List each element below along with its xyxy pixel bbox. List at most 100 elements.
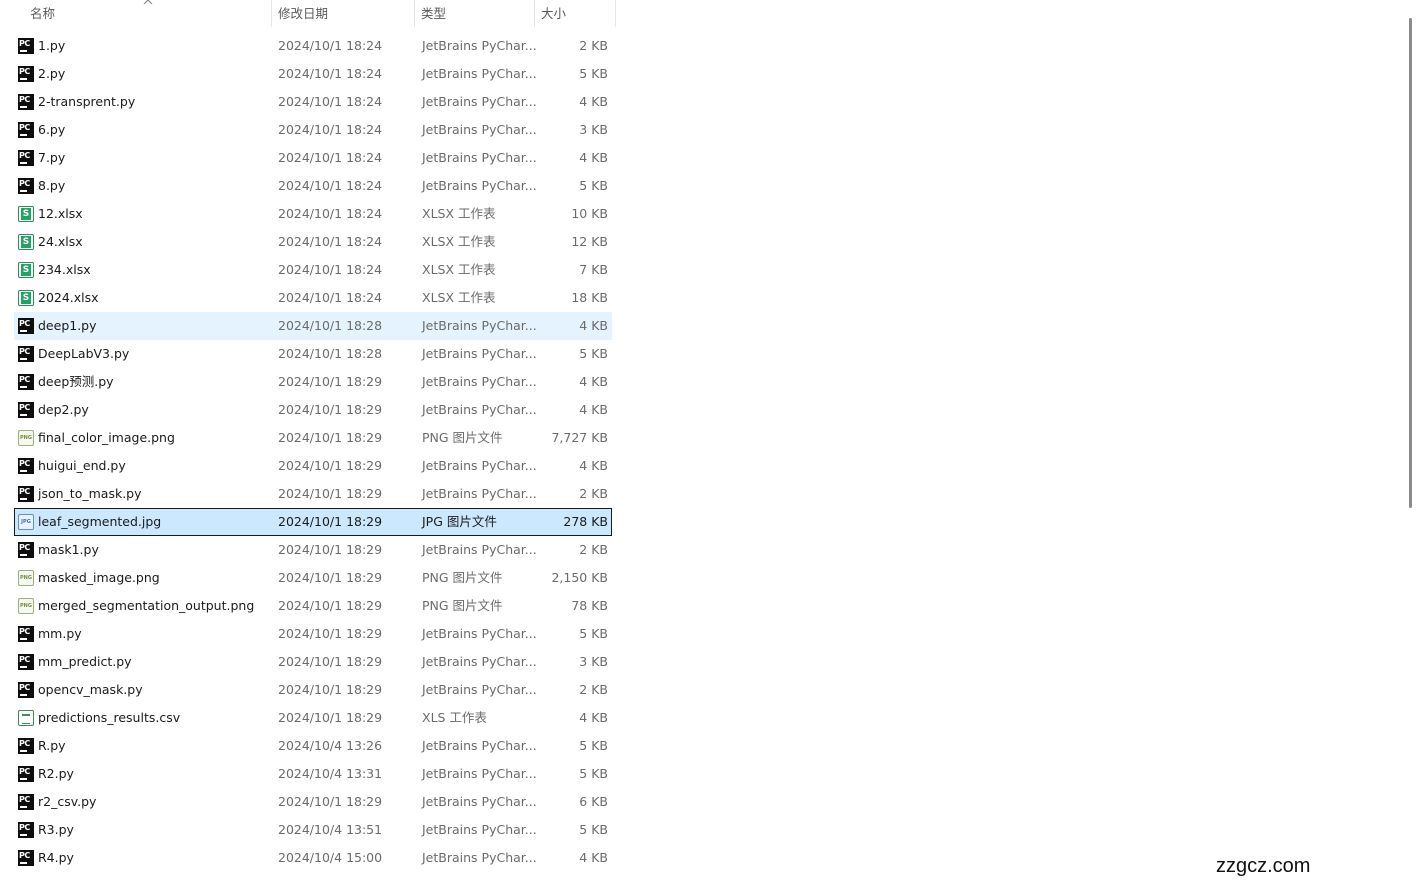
file-size: 278 KB (563, 514, 608, 529)
pycharm-icon (18, 654, 34, 670)
file-name: huigui_end.py (38, 458, 126, 473)
file-type: JetBrains PyChar... (422, 542, 537, 557)
file-type: JetBrains PyChar... (422, 850, 537, 865)
file-name: deep1.py (38, 318, 97, 333)
file-row[interactable]: merged_segmentation_output.png 2024/10/1 … (14, 592, 612, 620)
file-row[interactable]: 8.py 2024/10/1 18:24 JetBrains PyChar... 5 … (14, 172, 612, 200)
column-header-type[interactable]: 类型 (415, 0, 535, 27)
file-name: 2024.xlsx (38, 290, 99, 305)
file-size: 2 KB (579, 542, 608, 557)
file-row[interactable]: 234.xlsx 2024/10/1 18:24 XLSX 工作表 7 KB (14, 256, 612, 284)
file-row[interactable]: 24.xlsx 2024/10/1 18:24 XLSX 工作表 12 KB (14, 228, 612, 256)
pycharm-icon (18, 486, 34, 502)
file-date-modified: 2024/10/1 18:29 (278, 458, 383, 473)
file-date-modified: 2024/10/1 18:24 (278, 94, 383, 109)
file-name: 8.py (38, 178, 66, 193)
file-size: 3 KB (579, 654, 608, 669)
png-icon (18, 570, 34, 586)
file-row[interactable]: predictions_results.csv 2024/10/1 18:29 XL… (14, 704, 612, 732)
vertical-scrollbar[interactable] (1403, 0, 1417, 845)
file-name: r2_csv.py (38, 794, 97, 809)
file-date-modified: 2024/10/1 18:29 (278, 654, 383, 669)
file-row[interactable]: leaf_segmented.jpg 2024/10/1 18:29 JPG 图片文… (14, 508, 612, 536)
file-size: 5 KB (579, 766, 608, 781)
file-type: XLS 工作表 (422, 710, 487, 725)
file-name: R2.py (38, 766, 74, 781)
file-size: 5 KB (579, 178, 608, 193)
file-type: PNG 图片文件 (422, 430, 503, 445)
file-row[interactable]: R3.py 2024/10/4 13:51 JetBrains PyChar... 5… (14, 816, 612, 844)
file-name: R.py (38, 738, 66, 753)
column-header-name[interactable]: 名称 (0, 0, 272, 27)
file-row[interactable]: masked_image.png 2024/10/1 18:29 PNG 图片文件 2… (14, 564, 612, 592)
file-size: 4 KB (579, 94, 608, 109)
file-name: 2-transprent.py (38, 94, 136, 109)
file-date-modified: 2024/10/1 18:29 (278, 626, 383, 641)
file-name: leaf_segmented.jpg (38, 514, 162, 529)
file-date-modified: 2024/10/1 18:29 (278, 374, 383, 389)
file-size: 4 KB (579, 710, 608, 725)
file-size: 2 KB (579, 682, 608, 697)
file-row[interactable]: huigui_end.py 2024/10/1 18:29 JetBrains Py… (14, 452, 612, 480)
file-size: 4 KB (579, 850, 608, 865)
file-date-modified: 2024/10/1 18:29 (278, 682, 383, 697)
file-size: 5 KB (579, 738, 608, 753)
scrollbar-thumb[interactable] (1409, 18, 1412, 508)
file-name: mm.py (38, 626, 82, 641)
file-row[interactable]: 2024.xlsx 2024/10/1 18:24 XLSX 工作表 18 KB (14, 284, 612, 312)
file-row[interactable]: R4.py 2024/10/4 15:00 JetBrains PyChar... 4… (14, 844, 612, 872)
file-row[interactable]: mask1.py 2024/10/1 18:29 JetBrains PyChar.… (14, 536, 612, 564)
file-row[interactable]: dep2.py 2024/10/1 18:29 JetBrains PyChar..… (14, 396, 612, 424)
file-date-modified: 2024/10/4 13:31 (278, 766, 383, 781)
file-row[interactable]: final_color_image.png 2024/10/1 18:29 PNG … (14, 424, 612, 452)
file-row[interactable]: deep预测.py 2024/10/1 18:29 JetBrains PyChar… (14, 368, 612, 396)
file-size: 2 KB (579, 486, 608, 501)
file-row[interactable]: json_to_mask.py 2024/10/1 18:29 JetBrains … (14, 480, 612, 508)
file-date-modified: 2024/10/1 18:24 (278, 150, 383, 165)
file-name: R3.py (38, 822, 74, 837)
file-type: XLSX 工作表 (422, 206, 496, 221)
file-row[interactable]: DeepLabV3.py 2024/10/1 18:28 JetBrains PyC… (14, 340, 612, 368)
file-row[interactable]: 1.py 2024/10/1 18:24 JetBrains PyChar... 2 … (14, 32, 612, 60)
file-row[interactable]: mm.py 2024/10/1 18:29 JetBrains PyChar... 5… (14, 620, 612, 648)
column-header-date[interactable]: 修改日期 (272, 0, 415, 27)
file-row[interactable]: 6.py 2024/10/1 18:24 JetBrains PyChar... 3 … (14, 116, 612, 144)
file-row[interactable]: 2.py 2024/10/1 18:24 JetBrains PyChar... 5 … (14, 60, 612, 88)
file-size: 18 KB (571, 290, 608, 305)
file-date-modified: 2024/10/1 18:24 (278, 66, 383, 81)
file-row[interactable]: R2.py 2024/10/4 13:31 JetBrains PyChar... 5… (14, 760, 612, 788)
file-date-modified: 2024/10/1 18:28 (278, 346, 383, 361)
file-type: JetBrains PyChar... (422, 654, 537, 669)
file-date-modified: 2024/10/1 18:29 (278, 542, 383, 557)
file-size: 5 KB (579, 822, 608, 837)
file-type: XLSX 工作表 (422, 290, 496, 305)
file-row[interactable]: 2-transprent.py 2024/10/1 18:24 JetBrains … (14, 88, 612, 116)
file-date-modified: 2024/10/1 18:29 (278, 430, 383, 445)
file-date-modified: 2024/10/4 13:51 (278, 822, 383, 837)
file-row[interactable]: opencv_mask.py 2024/10/1 18:29 JetBrains P… (14, 676, 612, 704)
column-header-size[interactable]: 大小 (535, 0, 616, 27)
file-row[interactable]: 12.xlsx 2024/10/1 18:24 XLSX 工作表 10 KB (14, 200, 612, 228)
file-date-modified: 2024/10/1 18:29 (278, 794, 383, 809)
file-row[interactable]: mm_predict.py 2024/10/1 18:29 JetBrains Py… (14, 648, 612, 676)
column-header-date-label: 修改日期 (278, 6, 329, 21)
file-type: JetBrains PyChar... (422, 794, 537, 809)
pycharm-icon (18, 66, 34, 82)
file-name: 12.xlsx (38, 206, 83, 221)
file-row[interactable]: R.py 2024/10/4 13:26 JetBrains PyChar... 5 … (14, 732, 612, 760)
file-type: JetBrains PyChar... (422, 682, 537, 697)
file-row[interactable]: 7.py 2024/10/1 18:24 JetBrains PyChar... 4 … (14, 144, 612, 172)
file-type: JetBrains PyChar... (422, 626, 537, 641)
pycharm-icon (18, 150, 34, 166)
file-size: 2,150 KB (551, 570, 608, 585)
pycharm-icon (18, 822, 34, 838)
file-size: 7,727 KB (551, 430, 608, 445)
file-size: 4 KB (579, 150, 608, 165)
file-type: JetBrains PyChar... (422, 346, 537, 361)
file-row[interactable]: deep1.py 2024/10/1 18:28 JetBrains PyChar.… (14, 312, 612, 340)
file-date-modified: 2024/10/1 18:29 (278, 710, 383, 725)
file-row[interactable]: r2_csv.py 2024/10/1 18:29 JetBrains PyChar… (14, 788, 612, 816)
file-name: 1.py (38, 38, 66, 53)
pycharm-icon (18, 794, 34, 810)
file-name: dep2.py (38, 402, 89, 417)
